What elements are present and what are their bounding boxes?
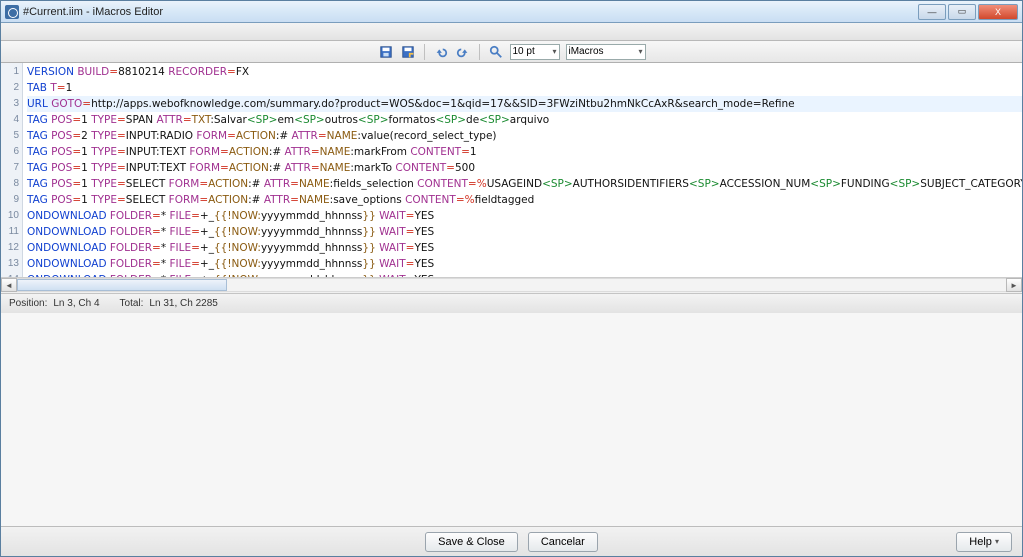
editor-area: 1234567891011121314151617181920212223242…: [1, 63, 1022, 277]
help-button[interactable]: Help ▾: [956, 532, 1012, 552]
code-line[interactable]: TAB T=1: [27, 80, 1022, 96]
menu-bar[interactable]: [1, 23, 1022, 41]
code-line[interactable]: TAG POS=1 TYPE=SPAN ATTR=TXT:Salvar<SP>e…: [27, 112, 1022, 128]
line-number: 7: [1, 160, 19, 176]
line-number: 5: [1, 128, 19, 144]
syntax-theme-select[interactable]: iMacros ▾: [566, 44, 646, 60]
font-size-select[interactable]: 10 pt ▾: [510, 44, 560, 60]
minimize-button[interactable]: —: [918, 4, 946, 20]
line-number: 12: [1, 240, 19, 256]
find-icon[interactable]: [488, 44, 504, 60]
toolbar-separator: [424, 44, 425, 60]
chevron-down-icon: ▾: [995, 537, 999, 546]
scroll-right-arrow[interactable]: ►: [1006, 278, 1022, 292]
scroll-thumb[interactable]: [17, 279, 227, 291]
code-line[interactable]: URL GOTO=http://apps.webofknowledge.com/…: [27, 96, 1022, 112]
line-number: 3: [1, 96, 19, 112]
line-number: 6: [1, 144, 19, 160]
code-editor[interactable]: VERSION BUILD=8810214 RECORDER=FXTAB T=1…: [23, 63, 1022, 277]
status-bar: Position: Ln 3, Ch 4 Total: Ln 31, Ch 22…: [1, 293, 1022, 313]
save-close-button[interactable]: Save & Close: [425, 532, 518, 552]
code-line[interactable]: TAG POS=1 TYPE=INPUT:TEXT FORM=ACTION:# …: [27, 160, 1022, 176]
filler: [1, 313, 1022, 527]
code-line[interactable]: VERSION BUILD=8810214 RECORDER=FX: [27, 64, 1022, 80]
chevron-down-icon: ▾: [552, 47, 556, 56]
line-number: 1: [1, 64, 19, 80]
line-number: 10: [1, 208, 19, 224]
chevron-down-icon: ▾: [638, 47, 642, 56]
syntax-theme-value: iMacros: [569, 46, 604, 57]
code-line[interactable]: ONDOWNLOAD FOLDER=* FILE=+_{{!NOW:yyyymm…: [27, 240, 1022, 256]
code-line[interactable]: ONDOWNLOAD FOLDER=* FILE=+_{{!NOW:yyyymm…: [27, 224, 1022, 240]
line-number: 9: [1, 192, 19, 208]
code-line[interactable]: ONDOWNLOAD FOLDER=* FILE=+_{{!NOW:yyyymm…: [27, 272, 1022, 277]
line-number: 13: [1, 256, 19, 272]
position-label: Position:: [9, 298, 47, 309]
line-number: 4: [1, 112, 19, 128]
code-line[interactable]: ONDOWNLOAD FOLDER=* FILE=+_{{!NOW:yyyymm…: [27, 208, 1022, 224]
position-value: Ln 3, Ch 4: [53, 298, 99, 309]
title-bar[interactable]: #Current.iim - iMacros Editor — ▭ X: [1, 1, 1022, 23]
close-button[interactable]: X: [978, 4, 1018, 20]
line-number: 2: [1, 80, 19, 96]
undo-icon[interactable]: [433, 44, 449, 60]
window-buttons: — ▭ X: [918, 4, 1018, 20]
line-number: 14: [1, 272, 19, 277]
code-line[interactable]: TAG POS=2 TYPE=INPUT:RADIO FORM=ACTION:#…: [27, 128, 1022, 144]
code-line[interactable]: TAG POS=1 TYPE=SELECT FORM=ACTION:# ATTR…: [27, 176, 1022, 192]
code-line[interactable]: TAG POS=1 TYPE=INPUT:TEXT FORM=ACTION:# …: [27, 144, 1022, 160]
bottom-bar: Save & Close Cancelar Help ▾: [1, 526, 1022, 556]
save-icon[interactable]: [378, 44, 394, 60]
code-line[interactable]: ONDOWNLOAD FOLDER=* FILE=+_{{!NOW:yyyymm…: [27, 256, 1022, 272]
total-label: Total:: [120, 298, 144, 309]
maximize-button[interactable]: ▭: [948, 4, 976, 20]
toolbar: 10 pt ▾ iMacros ▾: [1, 41, 1022, 63]
app-icon: [5, 5, 19, 19]
line-number: 8: [1, 176, 19, 192]
cancel-button[interactable]: Cancelar: [528, 532, 598, 552]
redo-icon[interactable]: [455, 44, 471, 60]
line-gutter: 1234567891011121314151617181920212223242…: [1, 63, 23, 277]
horizontal-scrollbar[interactable]: ◄ ►: [1, 277, 1022, 293]
help-label: Help: [969, 536, 992, 548]
font-size-value: 10 pt: [513, 46, 535, 57]
scroll-left-arrow[interactable]: ◄: [1, 278, 17, 292]
total-value: Ln 31, Ch 2285: [149, 298, 217, 309]
app-window: #Current.iim - iMacros Editor — ▭ X 10 p…: [0, 0, 1023, 557]
code-line[interactable]: TAG POS=1 TYPE=SELECT FORM=ACTION:# ATTR…: [27, 192, 1022, 208]
save-as-icon[interactable]: [400, 44, 416, 60]
window-title: #Current.iim - iMacros Editor: [23, 6, 918, 18]
line-number: 11: [1, 224, 19, 240]
scroll-track[interactable]: [17, 278, 1006, 292]
toolbar-separator: [479, 44, 480, 60]
